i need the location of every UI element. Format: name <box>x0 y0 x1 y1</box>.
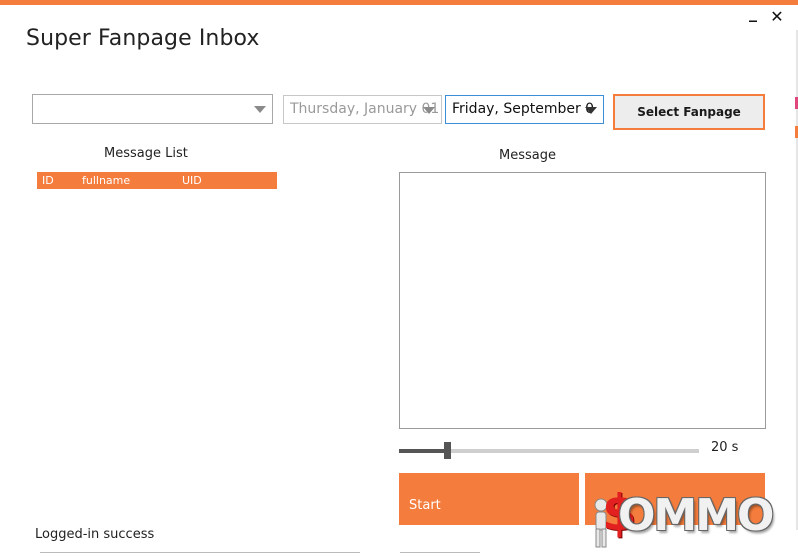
chevron-down-icon <box>254 106 266 113</box>
delay-value-label: 20 s <box>711 440 739 455</box>
column-header-fullname[interactable]: fullname <box>82 172 130 189</box>
delay-slider-fill <box>399 449 447 453</box>
watermark-logo: $ OMMO <box>588 484 783 548</box>
chevron-down-icon <box>423 107 435 114</box>
message-list-title: Message List <box>104 146 188 161</box>
start-button[interactable]: Start <box>399 473 579 525</box>
start-date-value: Thursday, January 01 <box>290 101 440 117</box>
status-text: Logged-in success <box>35 527 155 542</box>
select-fanpage-button[interactable]: Select Fanpage <box>613 94 765 130</box>
fanpage-combo[interactable] <box>32 94 273 124</box>
column-header-uid[interactable]: UID <box>182 172 202 189</box>
minimize-button[interactable]: _ <box>744 4 762 22</box>
minimize-icon: _ <box>749 3 757 22</box>
message-textarea[interactable] <box>399 172 766 429</box>
watermark-text: OMMO <box>618 490 774 541</box>
column-header-id[interactable]: ID <box>42 172 54 189</box>
end-date-picker[interactable]: Friday, September 0 <box>445 95 604 124</box>
end-date-value: Friday, September 0 <box>452 101 595 117</box>
start-date-picker[interactable]: Thursday, January 01 <box>283 95 442 124</box>
bottom-edge-artifact <box>40 552 480 553</box>
close-button[interactable]: ✕ <box>768 8 786 26</box>
delay-slider-thumb[interactable] <box>444 442 451 459</box>
close-icon: ✕ <box>770 7 784 26</box>
message-list-header: ID fullname UID <box>37 172 277 189</box>
app-title: Super Fanpage Inbox <box>26 26 260 51</box>
delay-slider[interactable] <box>399 442 699 459</box>
window-accent-bar <box>0 0 798 5</box>
message-title: Message <box>499 148 556 163</box>
chevron-down-icon <box>585 107 597 114</box>
